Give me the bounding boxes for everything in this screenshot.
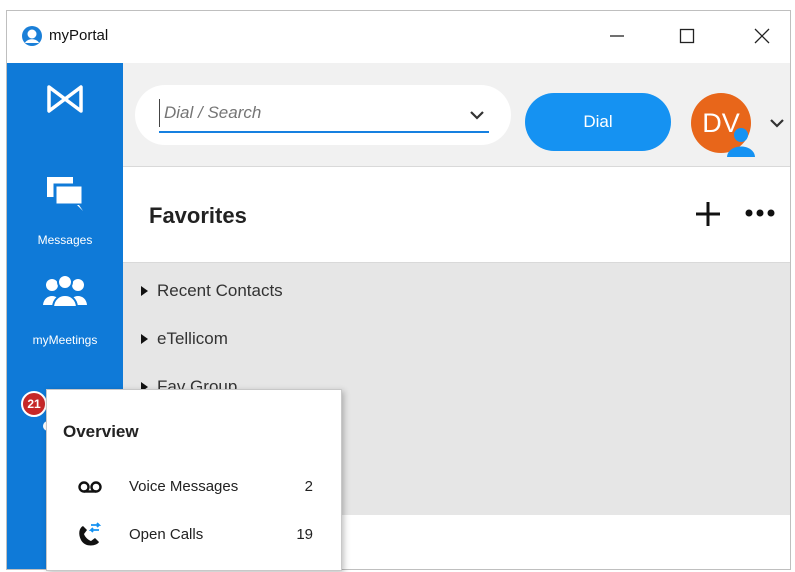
popup-row-voice-messages[interactable]: Voice Messages 2 <box>47 472 343 502</box>
page-title: Favorites <box>149 203 247 228</box>
search-input[interactable] <box>159 99 459 127</box>
popup-row-label: Open Calls <box>129 526 204 543</box>
close-button[interactable] <box>742 19 782 53</box>
sidebar-item-label: Messages <box>37 233 93 247</box>
expand-arrow-icon <box>141 334 148 344</box>
maximize-button[interactable] <box>667 19 707 53</box>
popup-row-count: 2 <box>304 478 313 495</box>
list-item[interactable]: Recent Contacts <box>141 277 283 305</box>
meetings-icon <box>43 274 87 308</box>
search-box[interactable] <box>135 85 511 145</box>
minimize-button[interactable] <box>597 19 637 53</box>
title-bar: myPortal <box>7 11 790 63</box>
minimize-icon <box>610 35 624 37</box>
sidebar-item-label: myMeetings <box>32 333 98 347</box>
close-icon <box>754 28 770 44</box>
chevron-down-icon[interactable] <box>767 113 787 133</box>
logo-icon <box>47 85 83 113</box>
popup-row-open-calls[interactable]: Open Calls 19 <box>47 520 343 550</box>
sidebar-item-home[interactable] <box>7 83 123 123</box>
notification-badge: 21 <box>21 391 47 417</box>
search-underline <box>159 131 489 133</box>
open-calls-icon <box>79 522 102 546</box>
voicemail-icon <box>78 481 102 493</box>
list-item[interactable]: eTellicom <box>141 325 228 353</box>
sidebar-item-messages[interactable] <box>7 175 123 215</box>
add-icon[interactable] <box>693 199 723 229</box>
group-label: eTellicom <box>157 329 228 348</box>
expand-arrow-icon <box>141 286 148 296</box>
app-logo-icon <box>22 26 42 46</box>
chevron-down-icon[interactable] <box>467 105 487 125</box>
overview-popup: Overview Voice Messages 2 Open Calls 19 <box>46 389 342 571</box>
presence-person-icon <box>727 128 755 157</box>
popup-title: Overview <box>63 422 139 441</box>
sidebar-item-mymeetings[interactable] <box>7 273 123 313</box>
group-label: Recent Contacts <box>157 281 283 300</box>
popup-row-count: 19 <box>296 526 313 543</box>
window-title: myPortal <box>49 27 109 44</box>
popup-row-label: Voice Messages <box>129 478 239 495</box>
top-bar: Dial DV <box>123 63 790 167</box>
dial-button[interactable]: Dial <box>525 93 671 151</box>
messages-icon <box>47 177 85 211</box>
favorites-header: Favorites <box>123 167 790 263</box>
more-options-icon[interactable] <box>743 203 777 223</box>
maximize-icon <box>679 28 695 44</box>
